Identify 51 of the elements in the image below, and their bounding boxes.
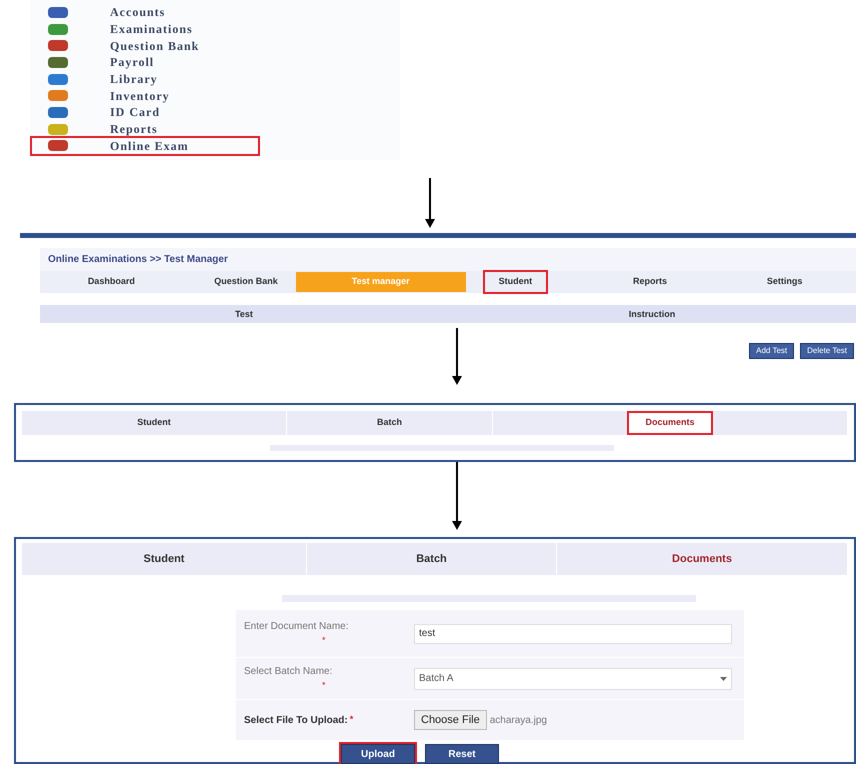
menu-item-icon xyxy=(48,6,68,18)
required-mark: * xyxy=(322,634,327,648)
down-arrow-icon xyxy=(425,178,435,228)
down-arrow-icon xyxy=(452,462,462,530)
menu-item[interactable]: Library xyxy=(110,73,158,86)
menu-item[interactable]: Payroll xyxy=(110,56,154,68)
menu-item-icon xyxy=(48,74,68,85)
menu-item[interactable]: Reports xyxy=(110,123,158,136)
file-name: acharaya.jpg xyxy=(490,714,547,728)
tab[interactable]: Documents xyxy=(629,413,710,433)
tab[interactable]: Reports xyxy=(618,272,681,292)
caret-icon xyxy=(720,676,727,680)
menu-item[interactable]: Examinations xyxy=(110,23,193,36)
required-mark: * xyxy=(350,713,354,726)
breadcrumb: Online Examinations >> Test Manager xyxy=(47,253,229,267)
tab[interactable]: Documents xyxy=(656,548,748,570)
tab[interactable]: Batch xyxy=(360,413,418,433)
action-button[interactable]: Reset xyxy=(425,744,499,764)
select-value: Batch A xyxy=(419,672,454,686)
menu-item[interactable]: Question Bank xyxy=(110,40,200,52)
menu-item-icon xyxy=(48,90,68,102)
field-label: Select Batch Name: xyxy=(244,665,334,680)
menu-item[interactable]: Accounts xyxy=(110,6,166,18)
batch-select[interactable]: Batch A xyxy=(414,668,732,690)
tab[interactable]: Student xyxy=(128,548,200,570)
down-arrow-icon xyxy=(452,328,462,385)
field-label: Select File To Upload: xyxy=(244,714,348,728)
action-button[interactable]: Upload xyxy=(341,744,415,764)
menu-item-icon xyxy=(48,140,68,152)
column-header: Test xyxy=(234,308,254,321)
column-header: Instruction xyxy=(628,308,676,321)
menu-item[interactable]: ID Card xyxy=(110,106,160,118)
tab[interactable]: Dashboard xyxy=(74,272,149,292)
menu-item[interactable]: Inventory xyxy=(110,90,170,102)
field-label: Enter Document Name: xyxy=(244,620,350,634)
action-button[interactable]: Add Test xyxy=(749,343,794,359)
required-mark: * xyxy=(322,679,327,692)
menu-item[interactable]: Online Exam xyxy=(110,140,189,152)
menu-item-icon xyxy=(48,124,68,135)
tab[interactable]: Question Bank xyxy=(200,272,292,292)
menu-item-icon xyxy=(48,40,68,52)
tab[interactable]: Student xyxy=(484,272,546,292)
tab[interactable]: Settings xyxy=(752,272,816,292)
tab[interactable]: Batch xyxy=(400,548,463,570)
action-button[interactable]: Delete Test xyxy=(800,343,854,359)
menu-item-icon xyxy=(48,106,68,118)
document-name-field[interactable]: test xyxy=(414,624,732,644)
menu-item-icon xyxy=(48,24,68,35)
menu-item-icon xyxy=(48,56,68,68)
choose-file-button[interactable]: Choose File xyxy=(414,710,487,730)
tab[interactable]: Student xyxy=(121,413,187,433)
